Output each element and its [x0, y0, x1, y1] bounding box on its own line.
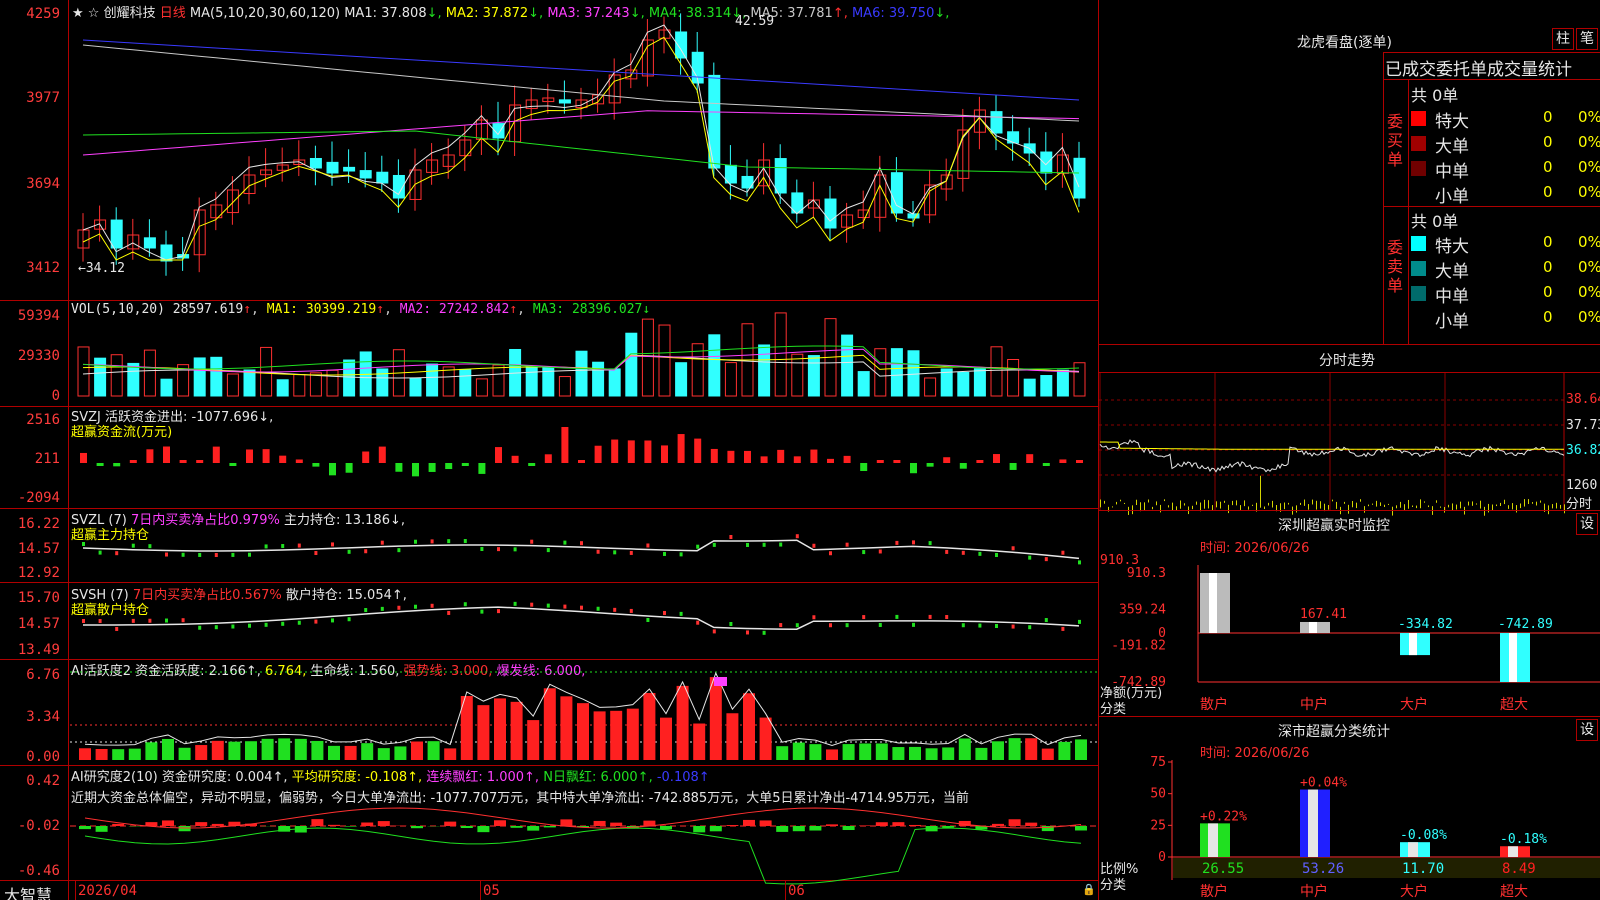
- class-value-label: 53.26: [1302, 861, 1344, 877]
- sz-class-cat: 分类: [1100, 878, 1127, 893]
- class-value-label: 8.49: [1502, 861, 1536, 877]
- class-y-tick: 25: [1150, 818, 1166, 833]
- class-category: 中户: [1300, 883, 1328, 900]
- class-y-tick: 50: [1150, 787, 1166, 802]
- class-value-label: 11.70: [1402, 861, 1444, 877]
- class-change-label: -0.18%: [1500, 832, 1547, 847]
- class-bar-highlight: [1508, 846, 1518, 857]
- class-y-tick: 0: [1158, 850, 1166, 865]
- class-bar-highlight: [1208, 823, 1218, 857]
- class-change-label: +0.04%: [1300, 776, 1347, 791]
- class-category: 大户: [1400, 883, 1428, 900]
- sz-class-chart: 75 50 25 0 +0.22% 26.55 散户 +0.04% 53.26 中户 -0.08% 1…: [1150, 755, 1600, 900]
- class-bar-highlight: [1408, 842, 1418, 857]
- class-category: 散户: [1200, 883, 1228, 900]
- class-y-tick: 75: [1150, 755, 1166, 770]
- class-change-label: +0.22%: [1200, 809, 1247, 824]
- class-value-label: 26.55: [1202, 861, 1244, 877]
- terminal-window: 4259 3977 3694 3412 ★ ☆ 创耀科技 日线 MA(5,10,…: [0, 0, 1600, 900]
- class-change-label: -0.08%: [1400, 828, 1447, 843]
- class-bar-highlight: [1308, 789, 1318, 857]
- class-category: 超大: [1500, 884, 1528, 900]
